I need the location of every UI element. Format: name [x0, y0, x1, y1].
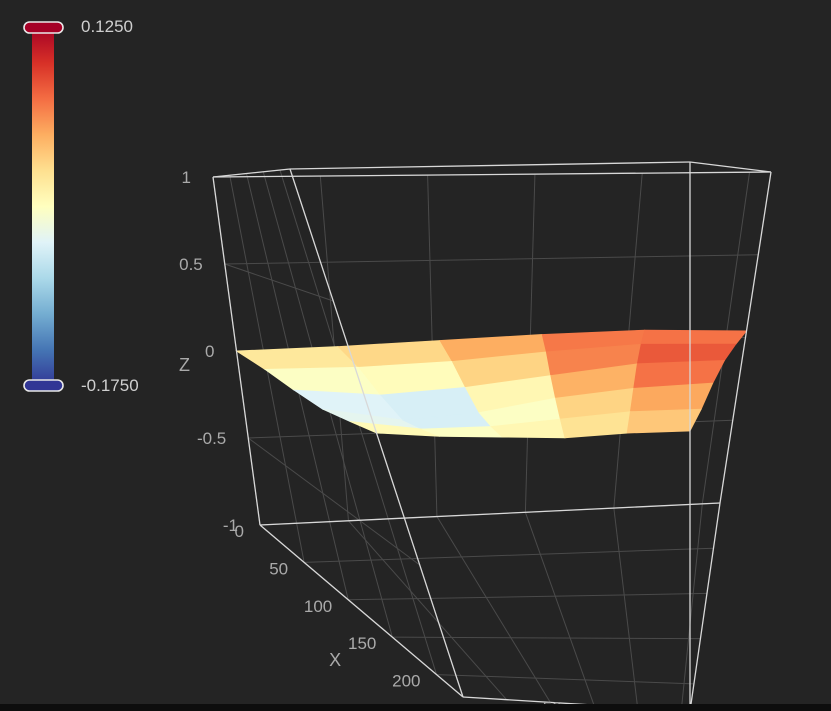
floor-grid-line [392, 636, 701, 640]
floor-grid-line [348, 592, 707, 601]
x-tick-label: 50 [269, 559, 288, 578]
z-tick-label: 0.5 [179, 255, 203, 274]
axis-grid [212, 168, 772, 711]
axis-edge-line [689, 502, 721, 711]
floor-grid-line [348, 520, 508, 701]
x-axis-name: X [329, 650, 341, 670]
axis-edge-line [212, 171, 772, 178]
surface-patch [235, 346, 360, 370]
floor-grid-line [436, 674, 694, 685]
surface-plot [235, 329, 748, 439]
floor-grid-line [613, 508, 639, 708]
visual-map-max-handle[interactable] [23, 21, 64, 34]
surface-chart: -1-0.500.5105010015020050100150200250XYZ… [23, 17, 772, 711]
floor-grid-line [304, 547, 714, 563]
visual-map-min-label: -0.1750 [81, 376, 139, 395]
z-tick-label: 1 [182, 168, 191, 187]
visual-map: 0.1250 -0.1750 [23, 17, 139, 395]
back-wall-grid-line [224, 254, 759, 265]
axis-edge-line [259, 524, 464, 698]
axis-edge-line [289, 161, 691, 170]
visual-map-bar [32, 27, 54, 386]
axis-edge-line [689, 161, 772, 173]
floor-grid-line [436, 516, 551, 703]
z-axis-name: Z [179, 355, 190, 375]
x-tick-label: 200 [392, 672, 420, 691]
side-wall-grid-line [247, 437, 421, 566]
visual-map-max-label: 0.1250 [81, 17, 133, 36]
side-wall-grid-line [224, 263, 334, 302]
visual-map-min-handle[interactable] [23, 379, 64, 392]
z-tick-label: -0.5 [197, 429, 226, 448]
floor-grid-line [680, 503, 703, 711]
z-tick-label: 0 [205, 342, 214, 361]
bottom-strip [0, 704, 831, 711]
floor-grid-line [524, 512, 595, 706]
x-tick-label: 150 [348, 634, 376, 653]
tick-labels: -1-0.500.5105010015020050100150200250XYZ… [179, 168, 746, 711]
x-tick-label: 100 [304, 597, 332, 616]
x-tick-label: 0 [235, 522, 244, 541]
axis-edge-line [259, 502, 721, 526]
surface-patch [640, 329, 748, 345]
